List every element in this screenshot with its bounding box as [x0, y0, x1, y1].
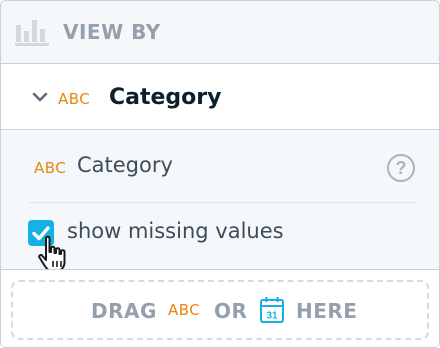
show-missing-values-label[interactable]: show missing values [67, 219, 284, 243]
dropzone-area: DRAG ABC OR 31 HERE [1, 269, 439, 347]
help-icon[interactable]: ? [386, 153, 416, 183]
dropzone-abc-tag: ABC [168, 301, 201, 319]
attribute-label: Category [109, 85, 222, 110]
config-type-tag: ABC [34, 159, 67, 177]
bar-chart-icon [15, 20, 49, 46]
view-by-panel: VIEW BY ABC Category ABC Category ? show… [0, 0, 440, 348]
calendar-day: 31 [266, 311, 278, 322]
show-missing-values-checkbox[interactable] [28, 220, 54, 246]
header-title: VIEW BY [63, 20, 161, 44]
dropzone-drag-text: DRAG [91, 299, 157, 323]
attribute-config: ABC Category ? show missing values [1, 130, 439, 272]
attribute-type-tag: ABC [58, 90, 91, 108]
view-by-header: VIEW BY [1, 1, 439, 64]
dropzone-here-text: HERE [296, 299, 358, 323]
calendar-icon: 31 [260, 297, 284, 323]
config-attribute-label: Category [77, 153, 173, 177]
chevron-down-icon[interactable] [32, 91, 48, 103]
help-icon-glyph: ? [396, 158, 407, 178]
checkmark-icon [32, 226, 50, 241]
attribute-dropzone[interactable]: DRAG ABC OR 31 HERE [11, 280, 429, 340]
attribute-item-category[interactable]: ABC Category [1, 64, 439, 130]
divider [29, 202, 415, 203]
dropzone-or-text: OR [214, 299, 248, 323]
